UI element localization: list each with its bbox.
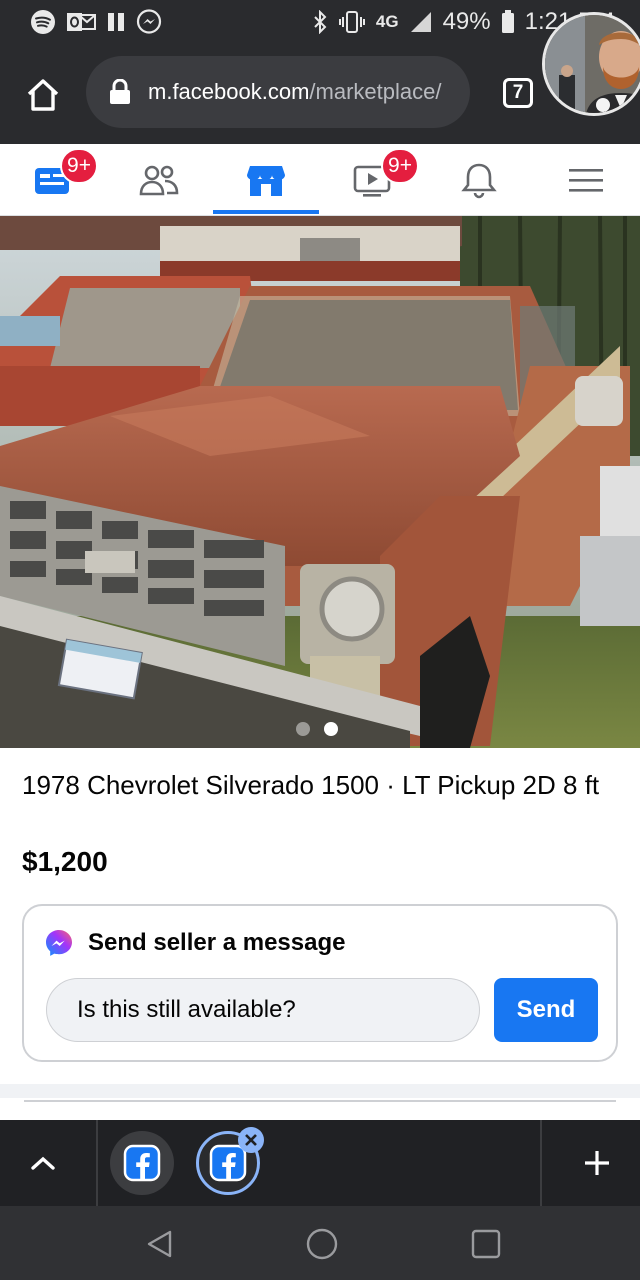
listing-price: $1,200: [22, 846, 108, 877]
recents-button[interactable]: [466, 1224, 506, 1264]
hamburger-menu-icon: [569, 169, 603, 192]
send-message-card: Send seller a message Send: [22, 904, 618, 1062]
messenger-icon: [46, 930, 72, 956]
truck-photo-illustration: [0, 216, 640, 748]
home-circle-icon: [306, 1228, 338, 1260]
carousel-indicator: [296, 722, 338, 736]
nav-active-indicator: [213, 210, 319, 214]
nav-item-notifications[interactable]: [426, 144, 532, 216]
news-feed-badge: 9+: [60, 148, 98, 184]
tab-switcher-button[interactable]: 7: [503, 78, 533, 108]
battery-icon: [501, 10, 515, 34]
back-button[interactable]: [140, 1224, 180, 1264]
spotify-icon: [30, 9, 56, 35]
section-separator: [0, 1084, 640, 1098]
watch-badge: 9+: [381, 148, 419, 184]
tab-strip-divider: [540, 1120, 542, 1206]
back-triangle-icon: [147, 1230, 172, 1258]
nav-item-marketplace[interactable]: [213, 144, 319, 216]
message-input[interactable]: [46, 978, 480, 1042]
vibrate-icon: [338, 10, 366, 34]
send-button[interactable]: Send: [494, 978, 598, 1042]
listing-photo[interactable]: [0, 216, 640, 748]
url-path: /marketplace/: [309, 79, 442, 104]
nav-item-watch[interactable]: 9+: [319, 144, 425, 216]
bell-icon: [461, 163, 497, 199]
chevron-up-icon: [31, 1156, 55, 1170]
status-left-icons: [30, 9, 162, 35]
carousel-dot-active[interactable]: [324, 722, 338, 736]
close-tab-button[interactable]: [238, 1127, 264, 1153]
facebook-nav-bar: 9+ 9+: [0, 144, 640, 216]
pause-icon: [106, 11, 126, 33]
profile-avatar[interactable]: [542, 12, 640, 116]
network-type: 4G: [375, 12, 399, 31]
marketplace-icon: [247, 166, 285, 196]
url-domain: m.facebook.com: [148, 79, 310, 104]
browser-tab[interactable]: [110, 1131, 174, 1195]
friends-icon: [139, 165, 179, 196]
message-card-header: Send seller a message: [44, 928, 345, 958]
tab-strip-divider: [96, 1120, 98, 1206]
nav-item-menu[interactable]: [533, 144, 639, 216]
recents-square-icon: [471, 1229, 501, 1259]
facebook-icon: [209, 1144, 247, 1182]
message-card-title: Send seller a message: [88, 929, 346, 956]
lock-icon: [110, 79, 130, 104]
home-button[interactable]: [24, 76, 62, 114]
browser-tab-strip: [0, 1120, 640, 1206]
bluetooth-icon: [312, 10, 328, 34]
messenger-icon: [136, 9, 162, 35]
expand-tabs-button[interactable]: [20, 1140, 66, 1186]
carousel-dot[interactable]: [296, 722, 310, 736]
nav-item-news-feed[interactable]: 9+: [0, 144, 106, 216]
battery-percent: 49%: [442, 8, 491, 35]
divider: [24, 1100, 616, 1102]
facebook-icon: [123, 1144, 161, 1182]
plus-icon: [585, 1151, 609, 1175]
listing-title: 1978 Chevrolet Silverado 1500 · LT Picku…: [22, 770, 600, 800]
signal-icon: [409, 11, 433, 33]
outlook-icon: [66, 10, 96, 34]
home-icon: [27, 79, 59, 111]
close-icon: [245, 1134, 257, 1146]
status-bar: 4G 49% 1:21 PM: [0, 0, 640, 44]
nav-item-friends[interactable]: [106, 144, 212, 216]
home-system-button[interactable]: [302, 1224, 342, 1264]
phone-screen: 4G 49% 1:21 PM m.facebook.com/marketplac…: [0, 0, 640, 1280]
address-bar[interactable]: m.facebook.com/marketplace/: [86, 56, 470, 128]
new-tab-button[interactable]: [574, 1140, 620, 1186]
system-navigation-bar: [0, 1206, 640, 1280]
